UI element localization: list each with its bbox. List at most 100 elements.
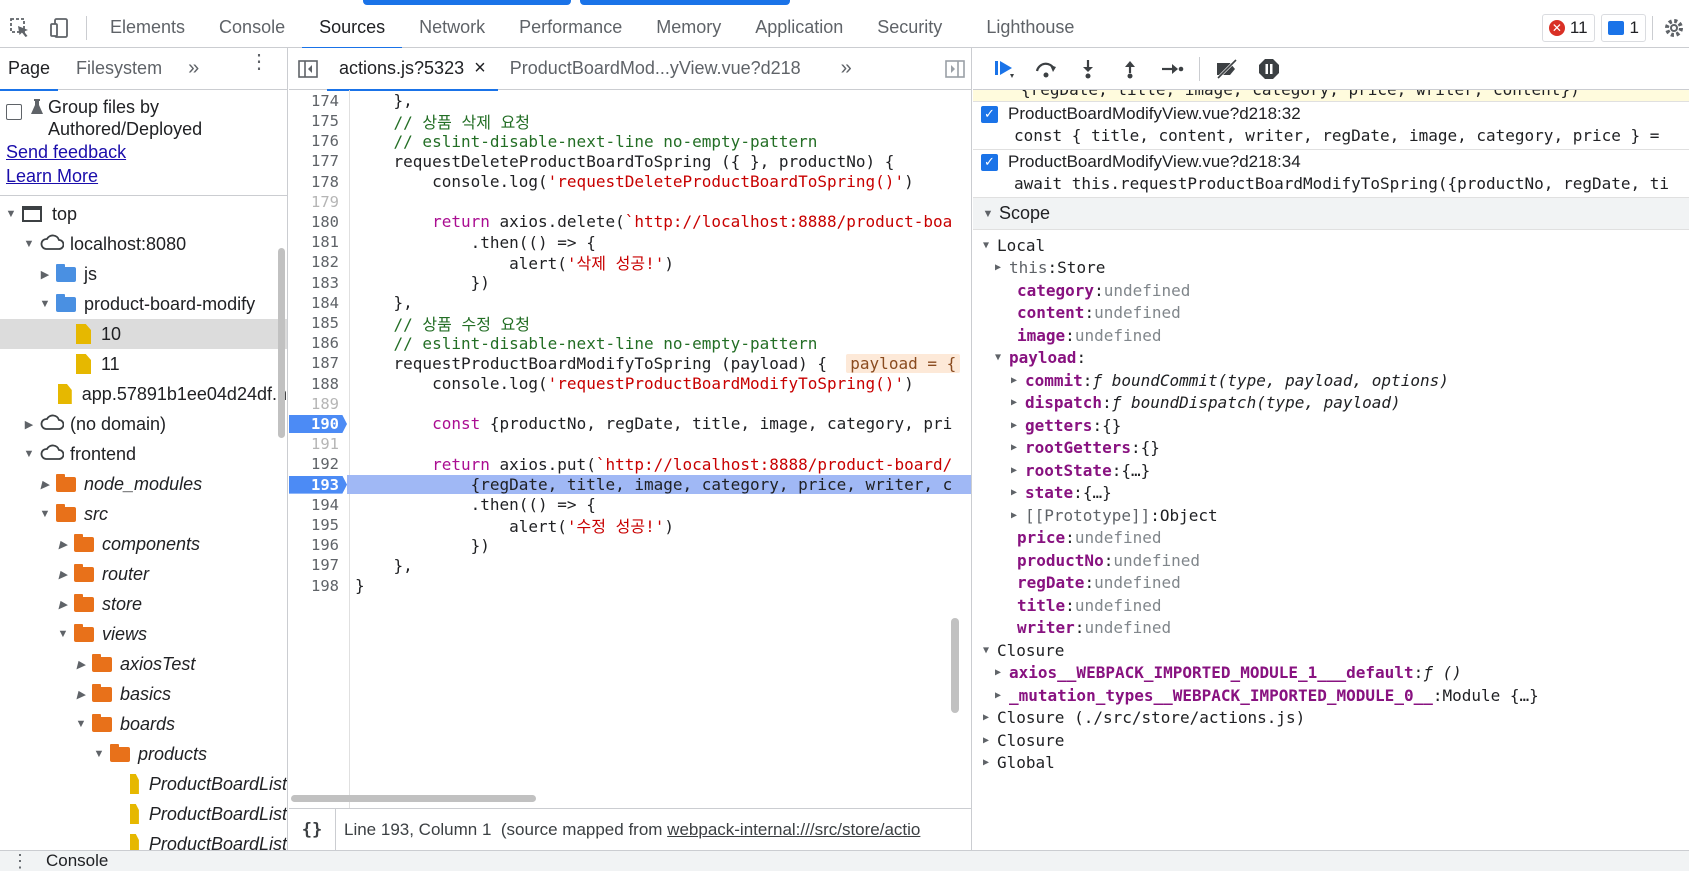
editor-horizontal-scrollbar[interactable] — [291, 795, 536, 802]
scope-this[interactable]: ▶ this: Store — [973, 257, 1689, 280]
code-line[interactable]: 196 }) — [289, 534, 971, 556]
tab-elements[interactable]: Elements — [93, 8, 202, 48]
scope-payload-item[interactable]: ▶ [[Prototype]]: Object — [973, 504, 1689, 527]
tree-item-basics[interactable]: ▶ basics — [0, 679, 287, 709]
line-number[interactable]: 198 — [289, 577, 347, 595]
tree-item-localhost[interactable]: ▼ localhost:8080 — [0, 229, 287, 259]
line-number[interactable]: 174 — [289, 92, 347, 110]
step-icon[interactable] — [1151, 48, 1193, 90]
line-number[interactable]: 183 — [289, 274, 347, 292]
tree-item-router[interactable]: ▶ router — [0, 559, 287, 589]
scope-section-header[interactable]: ▼ Scope — [973, 198, 1689, 230]
more-tabs-chevron-icon[interactable]: » — [180, 48, 207, 90]
tree-item-top[interactable]: ▼ top — [0, 199, 287, 229]
line-number[interactable]: 193 — [289, 475, 347, 494]
code-line[interactable]: 198} — [289, 575, 971, 597]
source-map-link[interactable]: webpack-internal:///src/store/actio — [667, 820, 920, 840]
line-number[interactable]: 191 — [289, 435, 347, 453]
send-feedback-link[interactable]: Send feedback — [6, 140, 281, 164]
scope-local[interactable]: ▼ Local — [973, 234, 1689, 257]
scope-var[interactable]: price: undefined — [973, 527, 1689, 550]
breakpoint-item[interactable]: ✓ ProductBoardModifyView.vue?d218:34 awai… — [973, 150, 1689, 198]
toggle-debugger-icon[interactable] — [945, 60, 965, 83]
tree-item-axiostest[interactable]: ▶ axiosTest — [0, 649, 287, 679]
line-number[interactable]: 177 — [289, 152, 347, 170]
code-line[interactable]: 178 console.log('requestDeleteProductBoa… — [289, 171, 971, 193]
scope-payload-item[interactable]: ▶ state: {…} — [973, 482, 1689, 505]
group-files-checkbox[interactable] — [6, 104, 22, 120]
scope-payload-item[interactable]: ▶ rootState: {…} — [973, 459, 1689, 482]
line-number[interactable]: 176 — [289, 132, 347, 150]
line-number[interactable]: 175 — [289, 112, 347, 130]
tree-item-file-10[interactable]: 10 — [0, 319, 287, 349]
line-number[interactable]: 180 — [289, 213, 347, 231]
breakpoint-checkbox-icon[interactable]: ✓ — [981, 105, 998, 123]
line-number[interactable]: 196 — [289, 536, 347, 554]
code-line[interactable]: 193 {regDate, title, image, category, pr… — [289, 474, 971, 496]
scope-payload[interactable]: ▼ payload: — [973, 347, 1689, 370]
gear-icon[interactable] — [1659, 8, 1689, 48]
scope-closure-item[interactable]: ▶ axios__WEBPACK_IMPORTED_MODULE_1___defa… — [973, 662, 1689, 685]
toggle-navigator-icon[interactable] — [289, 48, 327, 90]
drawer-menu-icon[interactable]: ⋮ — [0, 852, 40, 870]
scope-closure[interactable]: ▼ Closure — [973, 639, 1689, 662]
learn-more-link[interactable]: Learn More — [6, 164, 281, 188]
line-number[interactable]: 185 — [289, 314, 347, 332]
scope-var[interactable]: productNo: undefined — [973, 549, 1689, 572]
scope-var[interactable]: writer: undefined — [973, 617, 1689, 640]
inspect-element-icon[interactable] — [0, 8, 40, 48]
line-number[interactable]: 194 — [289, 496, 347, 514]
message-count-badge[interactable]: 1 — [1600, 13, 1646, 42]
tree-item-components[interactable]: ▶ components — [0, 529, 287, 559]
code-line[interactable]: 175 // 상품 삭제 요청 — [289, 110, 971, 132]
step-into-icon[interactable] — [1067, 48, 1109, 90]
tab-page[interactable]: Page — [0, 48, 59, 91]
tree-item-boards[interactable]: ▼ boards — [0, 709, 287, 739]
code-line[interactable]: 189 — [289, 393, 971, 415]
pause-on-exceptions-icon[interactable] — [1248, 48, 1290, 90]
tree-item-productboardlist[interactable]: ProductBoardList — [0, 829, 287, 850]
line-number[interactable]: 192 — [289, 455, 347, 473]
code-area[interactable]: 174 }, 175 // 상품 삭제 요청 176 // eslint-disab… — [289, 90, 971, 810]
line-number[interactable]: 184 — [289, 294, 347, 312]
line-number[interactable]: 190 — [289, 414, 347, 433]
line-number[interactable]: 187 — [289, 354, 347, 372]
tab-console[interactable]: Console — [202, 8, 302, 48]
scope-payload-item[interactable]: ▶ rootGetters: {} — [973, 437, 1689, 460]
code-line[interactable]: 197 }, — [289, 555, 971, 577]
code-line[interactable]: 186 // eslint-disable-next-line no-empty… — [289, 332, 971, 354]
tab-application[interactable]: Application — [738, 8, 860, 48]
device-toolbar-icon[interactable] — [40, 8, 80, 48]
scope-payload-item[interactable]: ▶ commit: ƒ boundCommit(type, payload, op… — [973, 369, 1689, 392]
code-line[interactable]: 177 requestDeleteProductBoardToSpring ({… — [289, 151, 971, 173]
scope-closure-item[interactable]: ▶ _mutation_types__WEBPACK_IMPORTED_MODUL… — [973, 684, 1689, 707]
tree-item-frontend[interactable]: ▼ frontend — [0, 439, 287, 469]
tree-item-file-11[interactable]: 11 — [0, 349, 287, 379]
code-line[interactable]: 183 }) — [289, 272, 971, 294]
tab-security[interactable]: Security — [860, 8, 959, 48]
editor-tab-actions-js[interactable]: actions.js?5323 × — [327, 48, 498, 91]
code-line[interactable]: 187 requestProductBoardModifyToSpring (p… — [289, 353, 971, 375]
scope-payload-item[interactable]: ▶ dispatch: ƒ boundDispatch(type, payload… — [973, 392, 1689, 415]
scope-var[interactable]: image: undefined — [973, 324, 1689, 347]
tab-lighthouse[interactable]: Lighthouse — [969, 8, 1091, 48]
tab-memory[interactable]: Memory — [639, 8, 738, 48]
line-number[interactable]: 178 — [289, 173, 347, 191]
code-line[interactable]: 176 // eslint-disable-next-line no-empty… — [289, 130, 971, 152]
tree-item-node-modules[interactable]: ▶ node_modules — [0, 469, 287, 499]
tab-filesystem[interactable]: Filesystem — [68, 48, 170, 90]
line-number[interactable]: 182 — [289, 253, 347, 271]
tab-network[interactable]: Network — [402, 8, 502, 48]
tree-item-store[interactable]: ▶ store — [0, 589, 287, 619]
scope-var[interactable]: category: undefined — [973, 279, 1689, 302]
line-number[interactable]: 188 — [289, 375, 347, 393]
tree-item-src[interactable]: ▼ src — [0, 499, 287, 529]
code-line[interactable]: 195 alert('수정 성공!') — [289, 514, 971, 536]
scope-var[interactable]: content: undefined — [973, 302, 1689, 325]
scope-var[interactable]: regDate: undefined — [973, 572, 1689, 595]
code-line[interactable]: 190 const {productNo, regDate, title, im… — [289, 413, 971, 435]
code-line[interactable]: 182 alert('삭제 성공!') — [289, 252, 971, 273]
tree-item-productboardlist[interactable]: ProductBoardList — [0, 799, 287, 829]
more-tabs-chevron-icon[interactable]: » — [829, 48, 864, 90]
tree-item-products[interactable]: ▼ products — [0, 739, 287, 769]
